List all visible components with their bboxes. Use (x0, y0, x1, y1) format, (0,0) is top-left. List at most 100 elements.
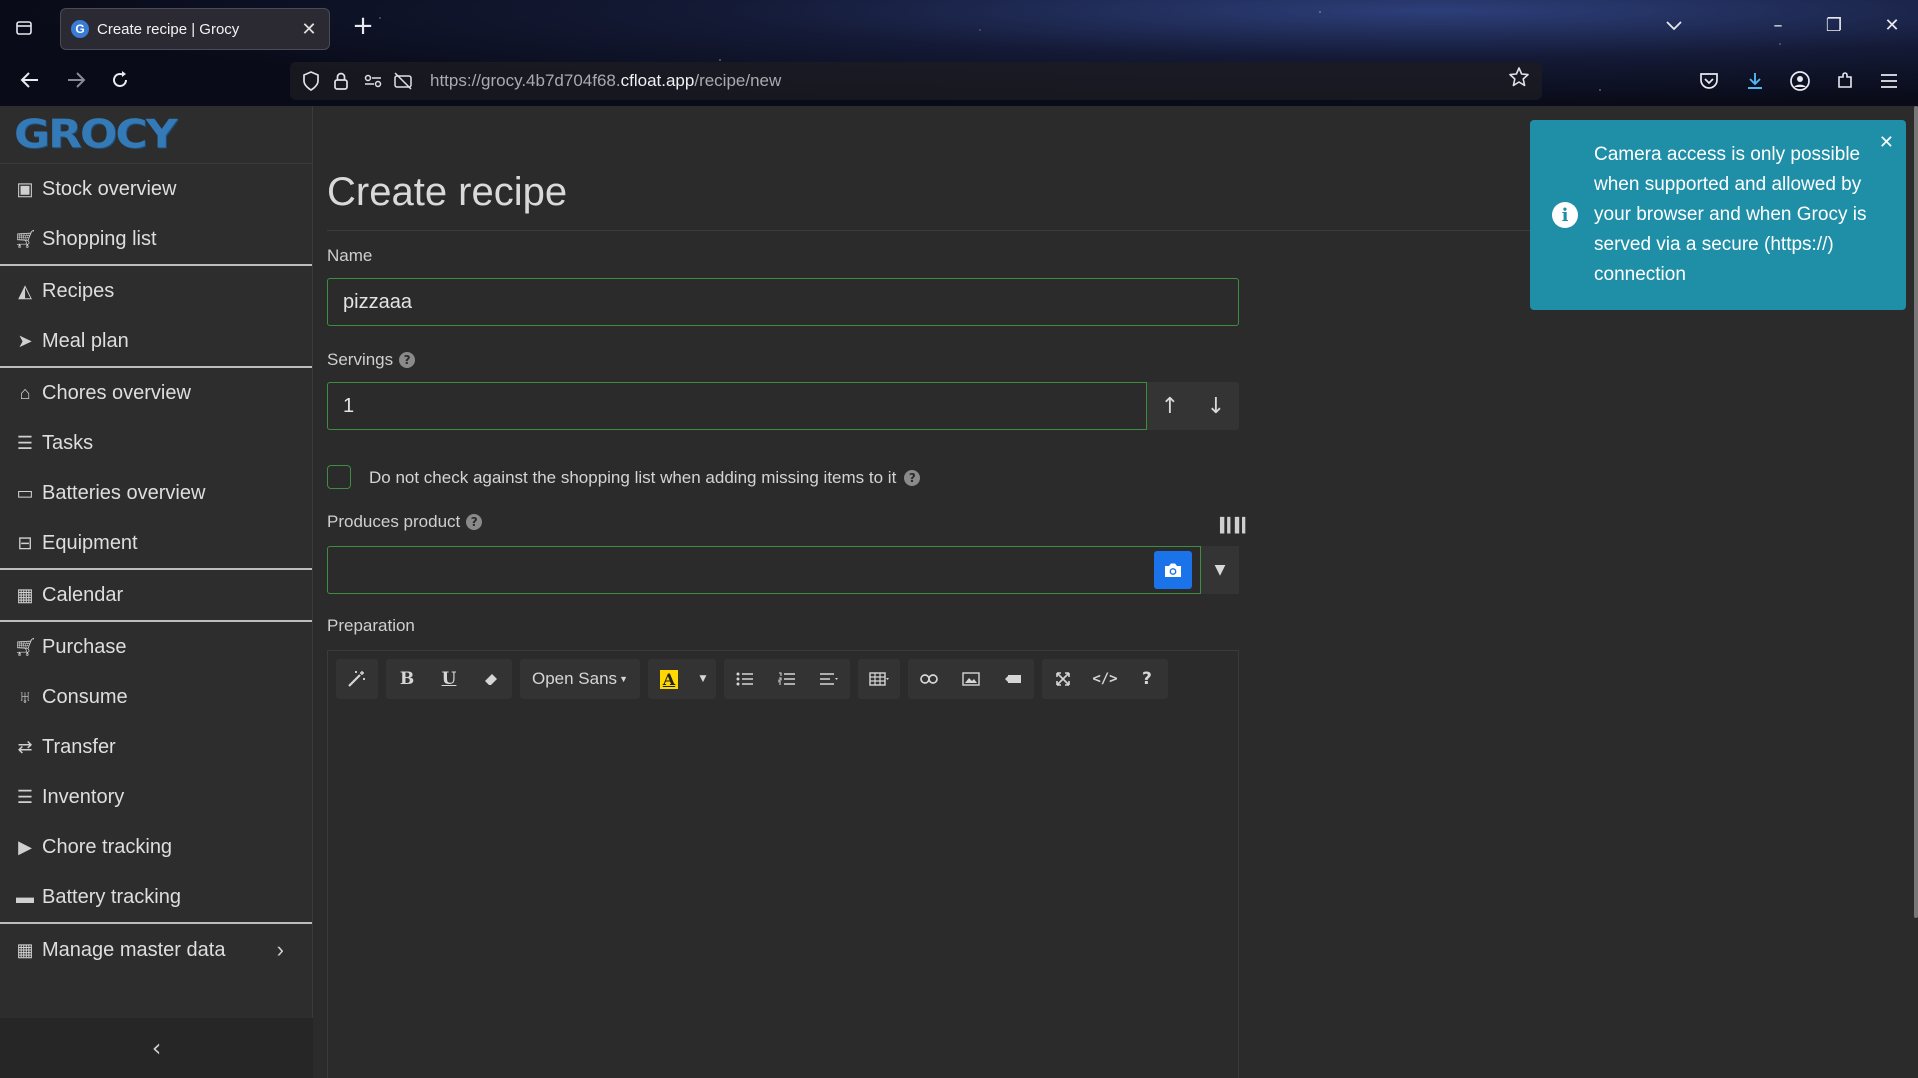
nav-group-chores: ⌂ Chores overview ☰ Tasks ▭ Batteries overv… (0, 368, 312, 570)
reload-icon (113, 71, 127, 87)
camera-scan-button[interactable] (1154, 551, 1192, 589)
battery-icon: ▭ (16, 482, 34, 503)
url-text: https://grocy.4b7d704f68.cfloat.app/reci… (430, 71, 782, 90)
video-icon[interactable] (992, 659, 1034, 699)
sidebar-item-chore-tracking[interactable]: ▶ Chore tracking (0, 822, 312, 872)
sidebar-item-manage-master-data[interactable]: ▦ Manage master data › (0, 924, 312, 976)
url-bar[interactable]: https://grocy.4b7d704f68.cfloat.app/reci… (290, 62, 1542, 100)
permissions-icon[interactable] (358, 66, 388, 96)
nav-toolbar: https://grocy.4b7d704f68.cfloat.app/reci… (0, 58, 1918, 104)
sidebar-item-stock-overview[interactable]: ▣ Stock overview (0, 164, 312, 214)
sidebar-item-shopping-list[interactable]: 🛒︎ Shopping list (0, 214, 312, 264)
sidebar-item-transfer[interactable]: ⇄ Transfer (0, 722, 312, 772)
sidebar-item-calendar[interactable]: ▦ Calendar (0, 570, 312, 620)
help-icon[interactable]: ? (1126, 659, 1168, 699)
align-icon[interactable] (808, 659, 850, 699)
toolbar-group-font: Open Sans ▼ (520, 659, 640, 699)
code-icon[interactable]: </> (1084, 659, 1126, 699)
play-icon: ▶ (18, 836, 32, 857)
font-family-select[interactable]: Open Sans ▼ (520, 659, 640, 699)
close-window-icon[interactable]: ✕ (1874, 10, 1910, 42)
servings-stepper: ↑ ↓ (1147, 382, 1239, 430)
list-all-tabs-chevron-down-icon[interactable] (1656, 10, 1692, 42)
sidebar-collapse-button[interactable]: ‹ (0, 1018, 313, 1078)
preparation-editor[interactable]: B U Open Sans ▼ A ▼ </> ? (327, 650, 1239, 1078)
sidebar-item-batteries-overview[interactable]: ▭ Batteries overview (0, 468, 312, 518)
help-icon[interactable]: ? (466, 514, 483, 530)
sidebar-item-equipment[interactable]: ⊟ Equipment (0, 518, 312, 568)
magic-icon[interactable] (336, 659, 378, 699)
sidebar-item-purchase[interactable]: 🛒︎ Purchase (0, 622, 312, 672)
eraser-icon[interactable] (470, 659, 512, 699)
restore-icon[interactable]: ❐ (1816, 10, 1852, 42)
servings-input[interactable]: 1 (327, 382, 1147, 430)
arrow-up-icon[interactable]: ↑ (1161, 394, 1179, 419)
paper-plane-icon: ➤ (17, 330, 33, 351)
sidebar-item-tasks[interactable]: ☰ Tasks (0, 418, 312, 468)
sidebar-item-battery-tracking[interactable]: ▬ Battery tracking (0, 872, 312, 922)
back-button[interactable] (12, 62, 48, 98)
table-icon[interactable] (858, 659, 900, 699)
lock-icon[interactable] (326, 66, 356, 96)
divider (327, 230, 1607, 231)
sidebar-item-chores-overview[interactable]: ⌂ Chores overview (0, 368, 312, 418)
bookmark-star-icon[interactable] (1508, 66, 1530, 92)
new-tab-button[interactable]: + (348, 12, 378, 42)
downloads-icon[interactable] (1738, 64, 1772, 98)
image-icon[interactable] (950, 659, 992, 699)
utensils-icon: ♅ (18, 686, 32, 707)
toast-close-icon[interactable]: ✕ (1879, 132, 1894, 153)
forward-button[interactable] (58, 62, 94, 98)
tab-active[interactable]: G Create recipe | Grocy ✕ (60, 8, 330, 50)
toolbar-group-style (336, 659, 378, 699)
account-icon[interactable] (1783, 64, 1817, 98)
page-scrollbar[interactable] (1914, 106, 1918, 918)
nav-group-calendar: ▦ Calendar (0, 570, 312, 622)
skip-shopping-list-label: Do not check against the shopping list w… (369, 466, 921, 490)
grocy-favicon-icon: G (71, 20, 89, 38)
sidebar-item-inventory[interactable]: ☰ Inventory (0, 772, 312, 822)
extensions-icon[interactable] (1828, 64, 1862, 98)
preparation-label: Preparation (327, 616, 415, 635)
nav-group-stock: ▣ Stock overview 🛒︎ Shopping list (0, 164, 312, 266)
skip-shopping-list-checkbox[interactable] (327, 465, 351, 489)
produces-product-dropdown-button[interactable]: ▼ (1201, 546, 1239, 594)
cart-plus-icon: 🛒︎ (14, 636, 37, 657)
pocket-icon[interactable] (1692, 64, 1726, 98)
sidebar-item-consume[interactable]: ♅ Consume (0, 672, 312, 722)
ol-list-icon[interactable] (766, 659, 808, 699)
ul-list-icon[interactable] (724, 659, 766, 699)
help-icon[interactable]: ? (399, 352, 416, 368)
nav-group-master-data: ▦ Manage master data › (0, 924, 312, 976)
fullscreen-icon[interactable] (1042, 659, 1084, 699)
sidebar-item-recipes[interactable]: ◭ Recipes (0, 266, 312, 316)
underline-icon[interactable]: U (428, 659, 470, 699)
arrow-down-icon[interactable]: ↓ (1207, 394, 1225, 419)
camera-blocked-icon[interactable] (388, 66, 418, 96)
tab-list-button[interactable] (8, 12, 40, 44)
grocy-logo[interactable]: GROCY (0, 106, 312, 164)
reload-button[interactable] (102, 62, 138, 98)
color-dropdown-caret-icon[interactable]: ▼ (690, 659, 716, 699)
arrow-right-icon (68, 72, 86, 88)
editor-toolbar: B U Open Sans ▼ A ▼ </> ? (336, 659, 1168, 699)
exchange-icon: ⇄ (17, 736, 33, 757)
help-icon[interactable]: ? (904, 470, 921, 486)
home-icon: ⌂ (19, 382, 31, 403)
produces-product-input[interactable] (327, 546, 1201, 594)
highlight-color-button[interactable]: A (648, 659, 690, 699)
browser-chrome: G Create recipe | Grocy ✕ + – ❐ ✕ https:… (0, 0, 1918, 106)
sidebar-item-meal-plan[interactable]: ➤ Meal plan (0, 316, 312, 366)
list-icon: ☰ (16, 786, 34, 807)
cart-icon: 🛒︎ (14, 228, 37, 249)
minimize-icon[interactable]: – (1760, 10, 1796, 42)
calendar-icon: ▦ (16, 584, 34, 605)
name-input[interactable]: pizzaaa (327, 278, 1239, 326)
menu-hamburger-icon[interactable] (1872, 64, 1906, 98)
tab-close-icon[interactable]: ✕ (299, 19, 319, 40)
bold-icon[interactable]: B (386, 659, 428, 699)
info-icon: i (1552, 202, 1578, 228)
shield-icon[interactable] (296, 66, 326, 96)
link-icon[interactable] (908, 659, 950, 699)
barcode-icon[interactable]: ▌▍▌▍ (1220, 518, 1251, 534)
